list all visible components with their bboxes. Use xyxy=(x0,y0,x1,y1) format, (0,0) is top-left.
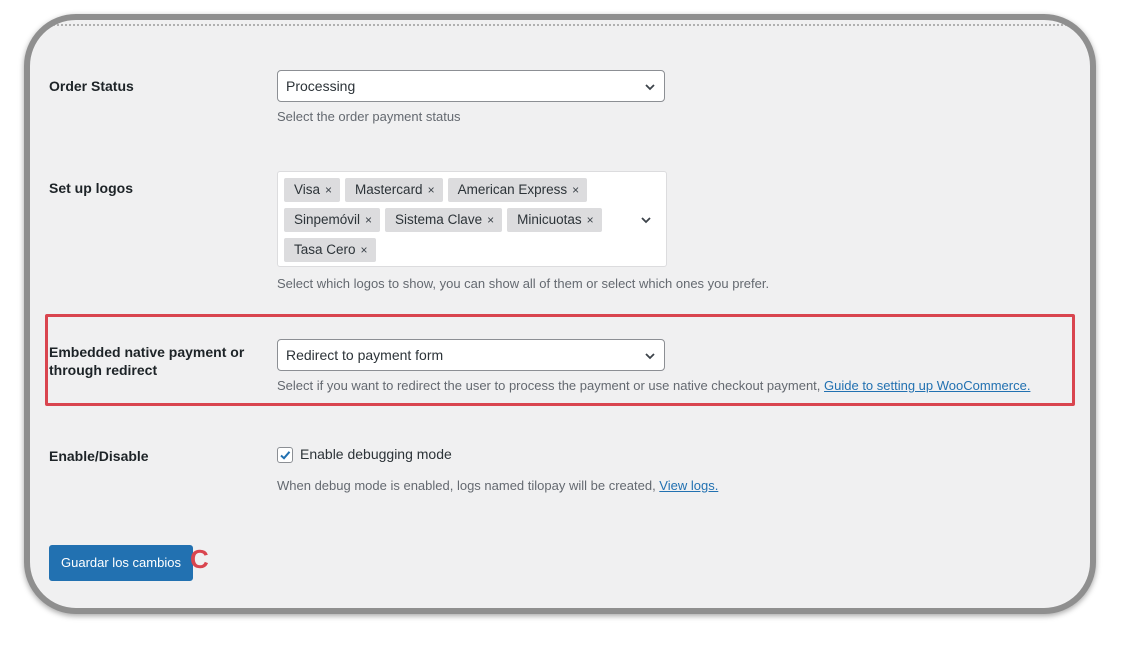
view-logs-link[interactable]: View logs. xyxy=(659,478,718,493)
logo-chip-mastercard[interactable]: Mastercard × xyxy=(345,178,443,202)
debug-checkbox-label[interactable]: Enable debugging mode xyxy=(300,446,452,462)
payment-mode-description: Select if you want to redirect the user … xyxy=(277,378,1031,393)
woocommerce-guide-link[interactable]: Guide to setting up WooCommerce. xyxy=(824,378,1030,393)
logos-label: Set up logos xyxy=(49,180,133,196)
remove-icon[interactable]: × xyxy=(572,183,579,197)
debug-checkbox[interactable] xyxy=(277,447,293,463)
logos-multiselect[interactable]: Visa × Mastercard × American Express × Sinpemó… xyxy=(277,171,667,267)
remove-icon[interactable]: × xyxy=(428,183,435,197)
payment-mode-select[interactable]: Redirect to payment form xyxy=(277,339,665,371)
debug-label: Enable/Disable xyxy=(49,448,149,464)
chevron-down-icon xyxy=(645,84,655,91)
chevron-down-icon xyxy=(641,217,651,224)
debug-description: When debug mode is enabled, logs named t… xyxy=(277,478,719,493)
remove-icon[interactable]: × xyxy=(487,213,494,227)
logo-chip-sinpemovil[interactable]: Sinpemóvil × xyxy=(284,208,381,232)
remove-icon[interactable]: × xyxy=(365,213,372,227)
order-status-select[interactable]: Processing xyxy=(277,70,665,102)
chevron-down-icon xyxy=(645,353,655,360)
annotation-marker: C xyxy=(190,544,209,574)
logo-chip-sistema-clave[interactable]: Sistema Clave × xyxy=(385,208,503,232)
logo-chip-visa[interactable]: Visa × xyxy=(284,178,341,202)
order-status-label: Order Status xyxy=(49,78,134,94)
order-status-description: Select the order payment status xyxy=(277,109,461,124)
remove-icon[interactable]: × xyxy=(587,213,594,227)
payment-mode-label: Embedded native payment or through redir… xyxy=(49,344,245,378)
cropped-top-row xyxy=(30,20,1090,26)
order-status-value: Processing xyxy=(286,78,356,94)
checkmark-icon xyxy=(280,451,291,460)
settings-panel: Order Status Processing Select the order… xyxy=(24,14,1096,614)
remove-icon[interactable]: × xyxy=(361,243,368,257)
logo-chip-tasa-cero[interactable]: Tasa Cero × xyxy=(284,238,376,262)
logos-description: Select which logos to show, you can show… xyxy=(277,276,770,291)
remove-icon[interactable]: × xyxy=(325,183,332,197)
payment-mode-value: Redirect to payment form xyxy=(286,347,444,363)
logo-chip-american-express[interactable]: American Express × xyxy=(447,178,588,202)
logo-chip-minicuotas[interactable]: Minicuotas × xyxy=(507,208,602,232)
save-changes-button[interactable]: Guardar los cambios xyxy=(49,545,193,581)
